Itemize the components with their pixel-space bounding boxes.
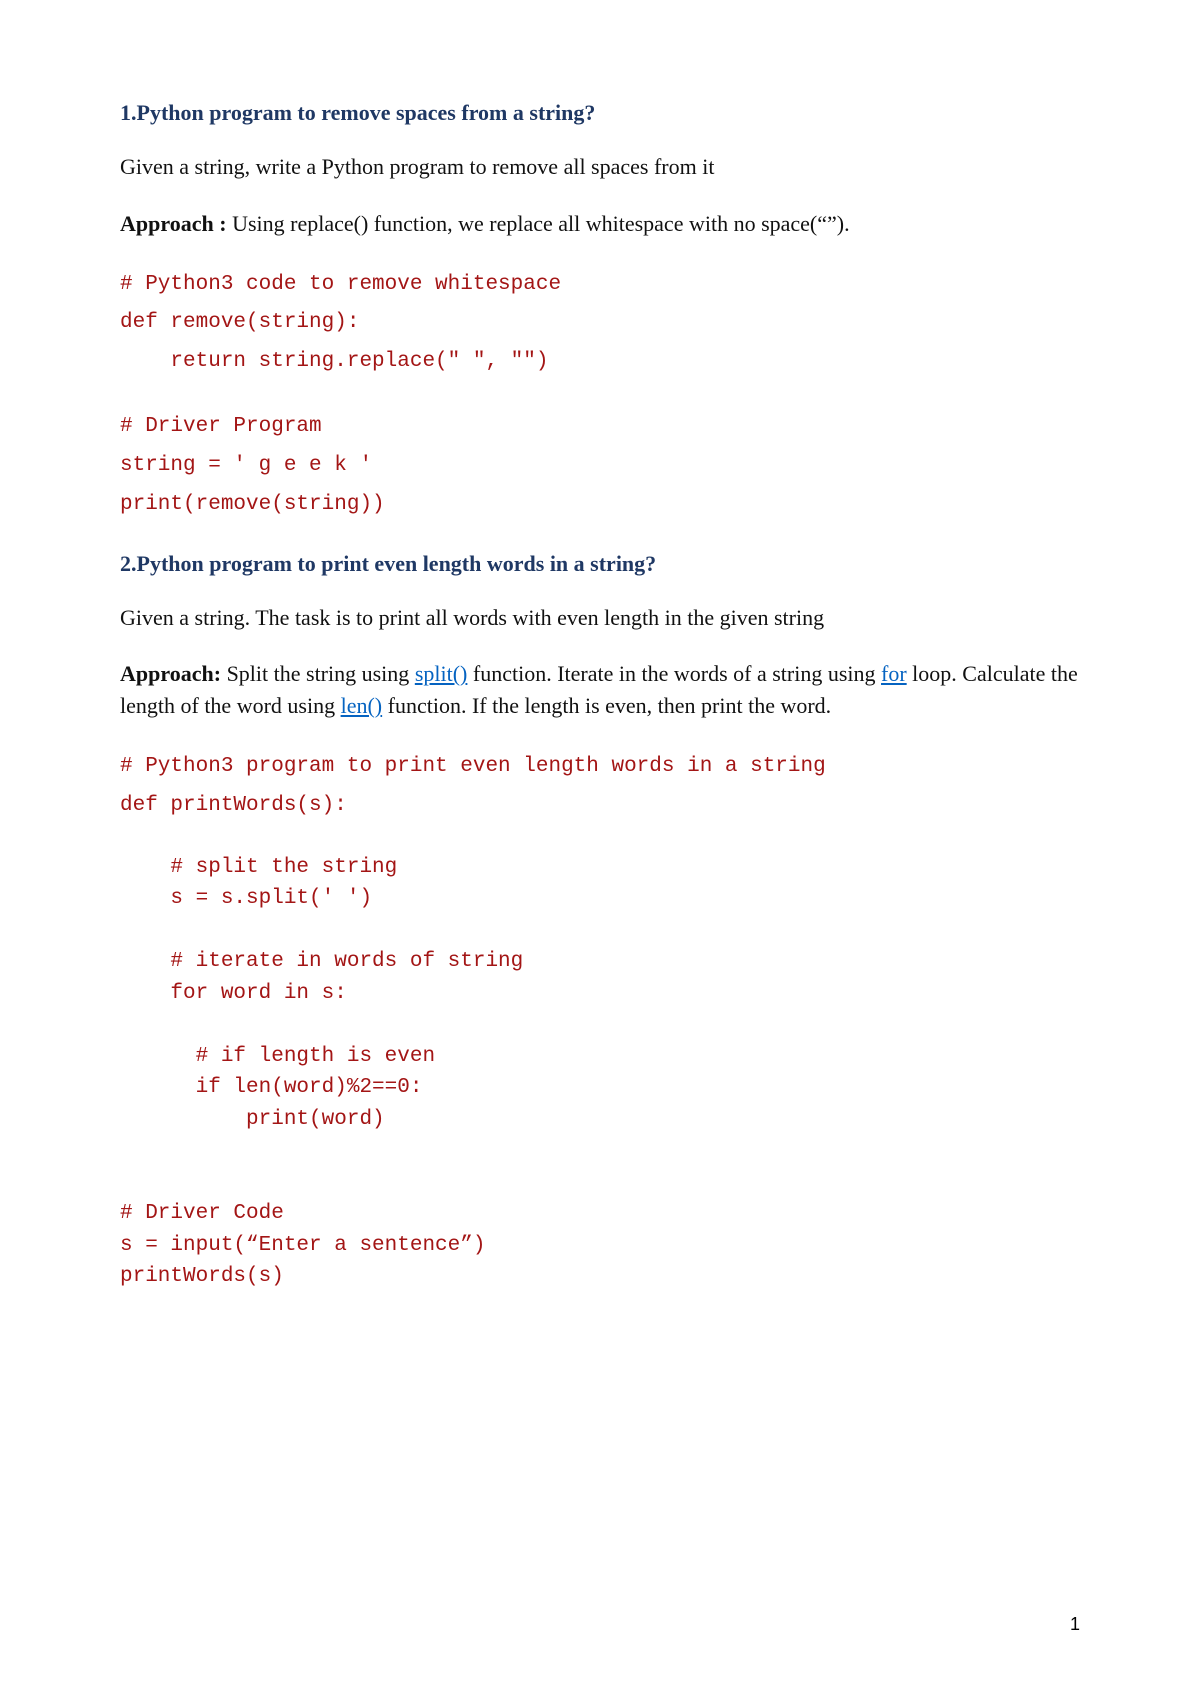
q2-intro: Given a string. The task is to print all… [120, 603, 1080, 633]
q1-approach-label: Approach : [120, 211, 227, 236]
q1-code-block-a: # Python3 code to remove whitespace def … [120, 266, 1080, 383]
q2-approach-text-b: function. Iterate in the words of a stri… [467, 661, 881, 686]
q1-heading: 1.Python program to remove spaces from a… [120, 100, 1080, 126]
document-page: 1.Python program to remove spaces from a… [0, 0, 1200, 1379]
q2-code-block-a: # Python3 program to print even length w… [120, 748, 1080, 826]
q2-code-block-b: # split the string s = s.split(' ') # it… [120, 852, 1080, 1293]
q1-approach: Approach : Using replace() function, we … [120, 208, 1080, 240]
q2-approach-text-a: Split the string using [221, 661, 415, 686]
link-split[interactable]: split() [415, 661, 468, 686]
q2-approach-label: Approach: [120, 661, 221, 686]
q2-approach-text-d: function. If the length is even, then pr… [382, 693, 831, 718]
q1-intro: Given a string, write a Python program t… [120, 152, 1080, 182]
q1-code-block-b: # Driver Program string = ' g e e k ' pr… [120, 408, 1080, 525]
q2-approach: Approach: Split the string using split()… [120, 658, 1080, 722]
q2-heading: 2.Python program to print even length wo… [120, 551, 1080, 577]
link-len[interactable]: len() [341, 693, 383, 718]
link-for[interactable]: for [881, 661, 907, 686]
page-number: 1 [1070, 1614, 1080, 1635]
q1-approach-text: Using replace() function, we replace all… [227, 211, 850, 236]
